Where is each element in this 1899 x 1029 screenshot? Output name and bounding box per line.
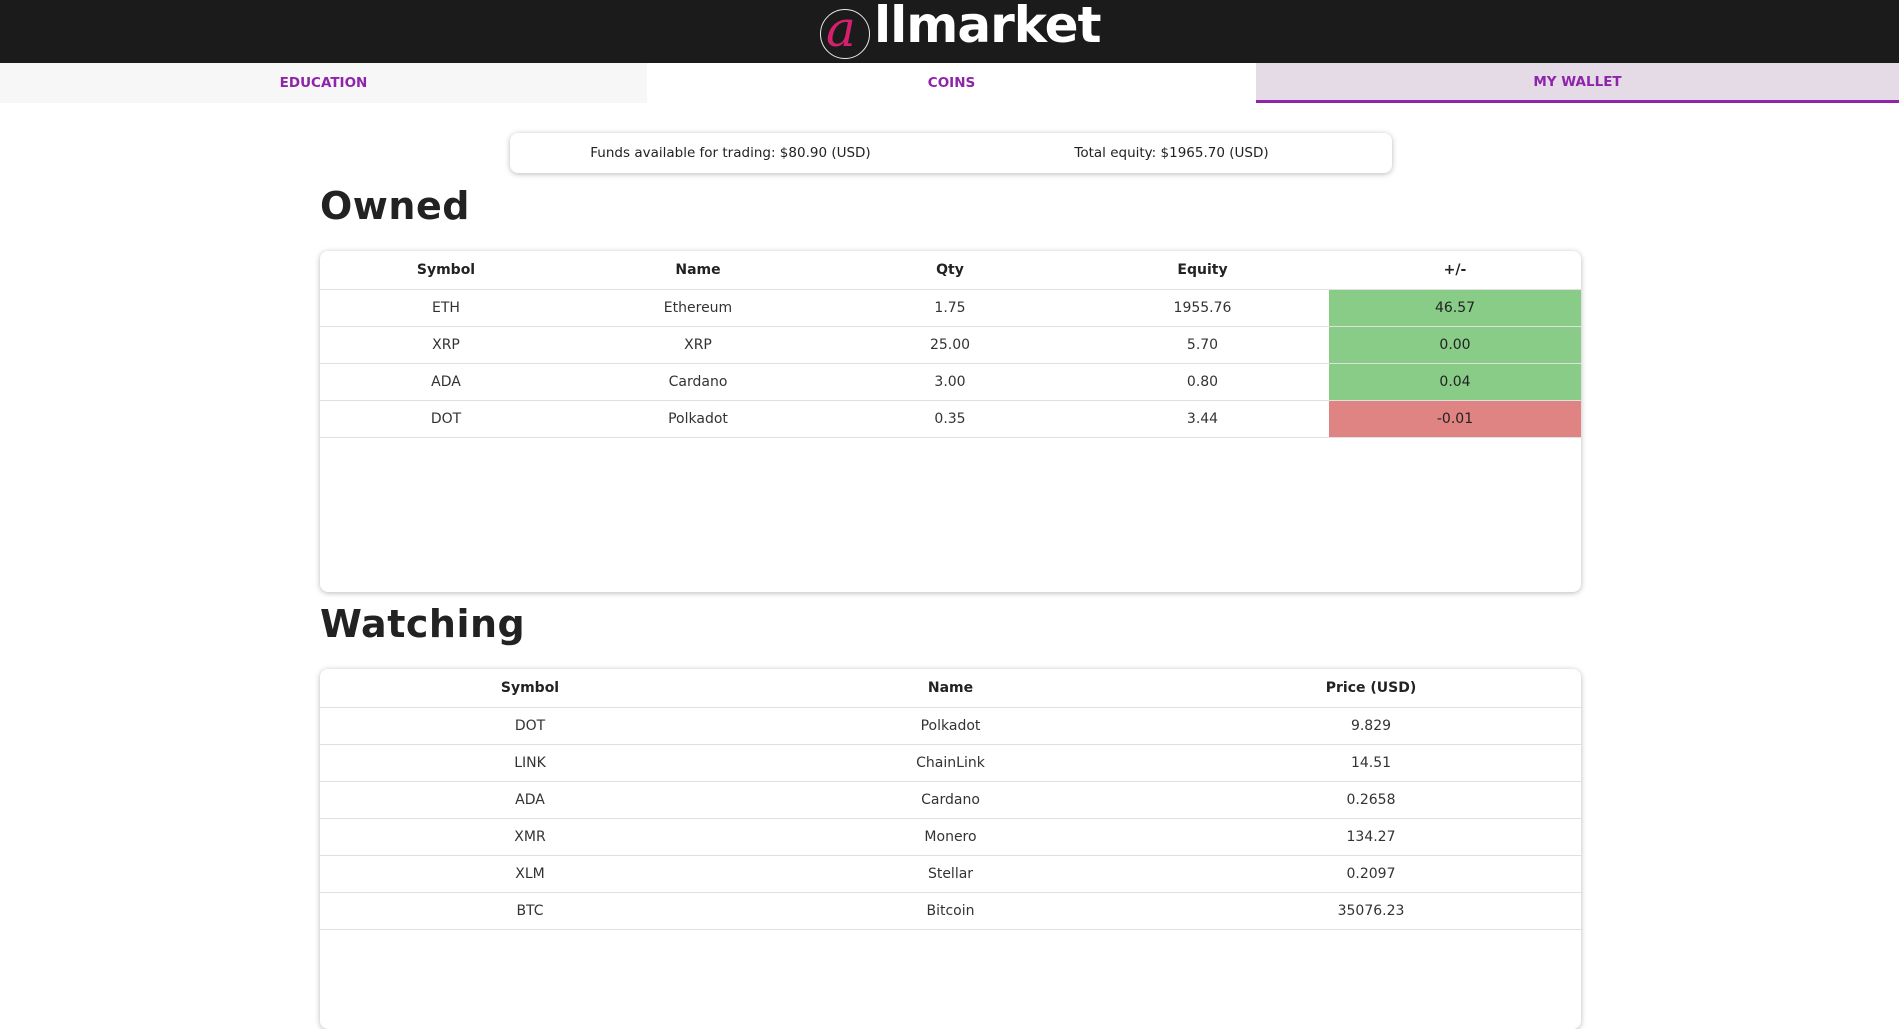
- cell-name: Cardano: [572, 363, 824, 401]
- cell-symbol: LINK: [320, 744, 740, 782]
- table-row[interactable]: ADA Cardano 3.00 0.80 0.04: [320, 363, 1581, 401]
- table-row[interactable]: XMR Monero 134.27: [320, 818, 1581, 856]
- column-header-symbol[interactable]: Symbol: [320, 251, 572, 290]
- cell-name: ChainLink: [740, 744, 1161, 782]
- watching-table-header: Symbol Name Price (USD): [320, 669, 1581, 708]
- cell-price: 134.27: [1161, 818, 1581, 856]
- cell-change: 0.00: [1329, 326, 1581, 364]
- cell-price: 0.2658: [1161, 781, 1581, 819]
- cell-symbol: XLM: [320, 855, 740, 893]
- cell-name: Bitcoin: [740, 892, 1161, 930]
- watching-title: Watching: [320, 602, 526, 646]
- owned-table: Symbol Name Qty Equity +/- ETH Ethereum …: [320, 251, 1581, 438]
- table-row[interactable]: LINK ChainLink 14.51: [320, 744, 1581, 782]
- cell-price: 9.829: [1161, 707, 1581, 745]
- cell-symbol: ADA: [320, 781, 740, 819]
- cell-symbol: ETH: [320, 289, 572, 327]
- cell-name: Polkadot: [572, 400, 824, 438]
- owned-table-header: Symbol Name Qty Equity +/-: [320, 251, 1581, 290]
- cell-change: -0.01: [1329, 400, 1581, 438]
- column-header-change[interactable]: +/-: [1329, 251, 1581, 290]
- top-bar: a llmarket: [0, 0, 1899, 63]
- table-row[interactable]: XRP XRP 25.00 5.70 0.00: [320, 326, 1581, 364]
- owned-title: Owned: [320, 184, 470, 228]
- column-header-price[interactable]: Price (USD): [1161, 669, 1581, 708]
- table-row[interactable]: XLM Stellar 0.2097: [320, 855, 1581, 893]
- cell-equity: 0.80: [1076, 363, 1329, 401]
- cell-name: Cardano: [740, 781, 1161, 819]
- main-nav-tabs: EDUCATION COINS MY WALLET: [0, 63, 1899, 103]
- owned-table-card: Symbol Name Qty Equity +/- ETH Ethereum …: [320, 251, 1581, 592]
- cell-symbol: DOT: [320, 707, 740, 745]
- cell-equity: 3.44: [1076, 400, 1329, 438]
- cell-name: XRP: [572, 326, 824, 364]
- cell-equity: 5.70: [1076, 326, 1329, 364]
- cell-qty: 0.35: [824, 400, 1076, 438]
- funds-summary-bar: Funds available for trading: $80.90 (USD…: [510, 133, 1392, 173]
- table-row[interactable]: DOT Polkadot 0.35 3.44 -0.01: [320, 400, 1581, 438]
- cell-symbol: DOT: [320, 400, 572, 438]
- logo-letter: a: [826, 0, 856, 58]
- logo-text: llmarket: [874, 0, 1101, 54]
- watching-table: Symbol Name Price (USD) DOT Polkadot 9.8…: [320, 669, 1581, 930]
- total-equity: Total equity: $1965.70 (USD): [1074, 145, 1269, 161]
- watching-table-card: Symbol Name Price (USD) DOT Polkadot 9.8…: [320, 669, 1581, 1029]
- cell-name: Stellar: [740, 855, 1161, 893]
- table-row[interactable]: DOT Polkadot 9.829: [320, 707, 1581, 745]
- table-row[interactable]: ADA Cardano 0.2658: [320, 781, 1581, 819]
- cell-price: 35076.23: [1161, 892, 1581, 930]
- allmarket-logo[interactable]: a llmarket: [820, 0, 1101, 60]
- cell-qty: 3.00: [824, 363, 1076, 401]
- column-header-qty[interactable]: Qty: [824, 251, 1076, 290]
- cell-symbol: BTC: [320, 892, 740, 930]
- tab-education[interactable]: EDUCATION: [0, 63, 647, 103]
- cell-qty: 1.75: [824, 289, 1076, 327]
- cell-change: 0.04: [1329, 363, 1581, 401]
- column-header-symbol[interactable]: Symbol: [320, 669, 740, 708]
- column-header-name[interactable]: Name: [740, 669, 1161, 708]
- table-row[interactable]: ETH Ethereum 1.75 1955.76 46.57: [320, 289, 1581, 327]
- cell-name: Ethereum: [572, 289, 824, 327]
- cell-name: Polkadot: [740, 707, 1161, 745]
- table-row[interactable]: BTC Bitcoin 35076.23: [320, 892, 1581, 930]
- cell-name: Monero: [740, 818, 1161, 856]
- column-header-name[interactable]: Name: [572, 251, 824, 290]
- column-header-equity[interactable]: Equity: [1076, 251, 1329, 290]
- cell-change: 46.57: [1329, 289, 1581, 327]
- tab-my-wallet[interactable]: MY WALLET: [1256, 63, 1899, 103]
- funds-available: Funds available for trading: $80.90 (USD…: [590, 145, 871, 161]
- cell-qty: 25.00: [824, 326, 1076, 364]
- cell-equity: 1955.76: [1076, 289, 1329, 327]
- cell-symbol: ADA: [320, 363, 572, 401]
- cell-price: 14.51: [1161, 744, 1581, 782]
- tab-coins[interactable]: COINS: [647, 63, 1256, 103]
- cell-price: 0.2097: [1161, 855, 1581, 893]
- cell-symbol: XMR: [320, 818, 740, 856]
- cell-symbol: XRP: [320, 326, 572, 364]
